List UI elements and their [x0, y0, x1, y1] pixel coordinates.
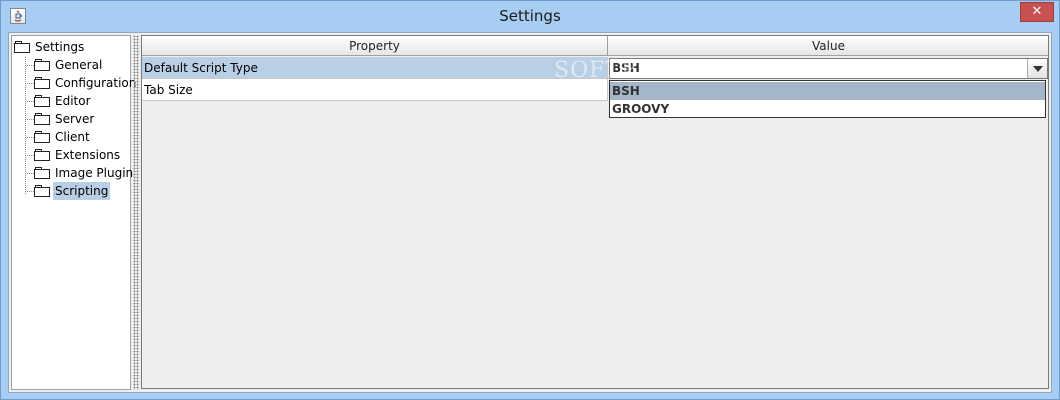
combo-selected-value: BSH — [612, 61, 640, 75]
settings-window: Settings ✕ Settings General Configuratio… — [0, 0, 1060, 400]
split-pane-divider[interactable] — [133, 35, 139, 390]
tree-item-label: Configuration — [55, 76, 137, 90]
dropdown-option-bsh[interactable]: BSH — [610, 82, 1045, 100]
tree-item-server[interactable]: Server — [34, 110, 96, 128]
combo-dropdown-button[interactable] — [1027, 59, 1047, 78]
client-area: Settings General Configuration Editor Se… — [8, 32, 1052, 393]
table-row[interactable]: Default Script Type BSH — [142, 57, 1048, 79]
tree-item-label: Editor — [55, 94, 91, 108]
title-bar[interactable]: Settings ✕ — [1, 1, 1059, 31]
script-type-combo[interactable]: BSH — [609, 58, 1048, 79]
tree-item-scripting[interactable]: Scripting — [34, 182, 111, 200]
folder-icon — [34, 167, 50, 179]
tree-item-label: General — [55, 58, 103, 72]
folder-icon — [34, 95, 50, 107]
tree-item-label: Extensions — [55, 148, 121, 162]
tree-item-label: Client — [55, 130, 90, 144]
tree-item-extensions[interactable]: Extensions — [34, 146, 122, 164]
window-title: Settings — [499, 7, 561, 25]
tree-item-label: Server — [55, 112, 95, 126]
tree-item-image-plugin[interactable]: Image Plugin — [34, 164, 135, 182]
folder-icon — [34, 131, 50, 143]
tree-item-label: Image Plugin — [55, 166, 134, 180]
folder-icon — [34, 185, 50, 197]
close-button[interactable]: ✕ — [1020, 2, 1054, 22]
tree-item-settings[interactable]: Settings — [14, 38, 86, 56]
chevron-down-icon — [1033, 66, 1043, 72]
settings-tree[interactable]: Settings General Configuration Editor Se… — [11, 35, 136, 390]
dropdown-option-groovy[interactable]: GROOVY — [610, 100, 1045, 118]
script-type-dropdown-list: BSH GROOVY — [609, 80, 1046, 118]
folder-icon — [34, 77, 50, 89]
column-header-value[interactable]: Value — [609, 36, 1048, 56]
close-icon: ✕ — [1031, 4, 1043, 19]
tree-item-general[interactable]: General — [34, 56, 104, 74]
properties-table: Property Value Default Script Type BSH T… — [141, 35, 1049, 389]
folder-icon — [34, 149, 50, 161]
tree-item-label: Settings — [35, 40, 85, 54]
folder-icon — [14, 41, 30, 53]
tree-item-client[interactable]: Client — [34, 128, 92, 146]
folder-icon — [34, 113, 50, 125]
tree-item-editor[interactable]: Editor — [34, 92, 93, 110]
tree-item-label: Scripting — [53, 182, 111, 200]
tree-item-configuration[interactable]: Configuration — [34, 74, 138, 92]
property-cell[interactable]: Tab Size — [142, 79, 608, 101]
folder-icon — [34, 59, 50, 71]
property-cell[interactable]: Default Script Type — [142, 57, 608, 79]
column-header-property[interactable]: Property — [142, 36, 608, 56]
table-header: Property Value — [142, 36, 1048, 56]
